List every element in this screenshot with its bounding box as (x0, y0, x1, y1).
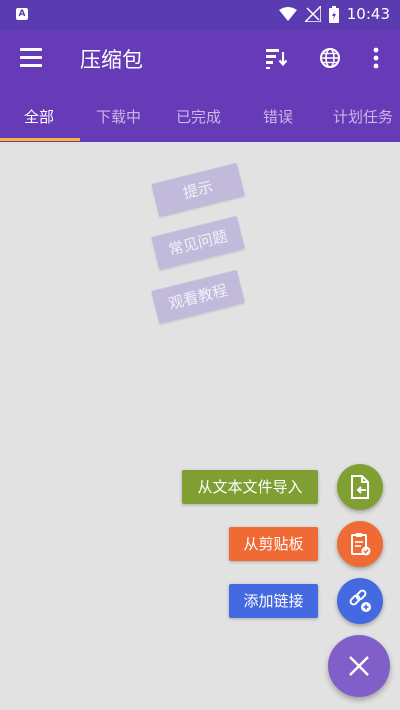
status-icons: 10:43 (278, 5, 390, 23)
close-fab-button[interactable] (328, 635, 390, 697)
wifi-icon (278, 7, 297, 21)
hint-card-tips[interactable]: 提示 (151, 162, 245, 218)
tab-indicator (0, 138, 80, 141)
tab-completed[interactable]: 已完成 (176, 106, 221, 127)
file-import-icon (351, 475, 369, 499)
add-link-label[interactable]: 添加链接 (229, 584, 318, 618)
add-link-icon (349, 589, 371, 612)
menu-icon[interactable] (20, 48, 42, 70)
import-from-text-file-button[interactable] (337, 464, 383, 510)
import-from-text-file-label[interactable]: 从文本文件导入 (182, 470, 318, 504)
signal-icon (304, 6, 321, 22)
sort-icon[interactable] (264, 46, 288, 70)
notification-icon: A (16, 8, 28, 20)
status-time: 10:43 (346, 5, 390, 23)
tab-all[interactable]: 全部 (24, 106, 54, 127)
globe-icon[interactable] (318, 46, 342, 70)
hint-card-faq[interactable]: 常见问题 (151, 215, 245, 271)
add-link-button[interactable] (337, 578, 383, 624)
hint-card-tutorial[interactable]: 观看教程 (151, 269, 245, 325)
tab-errors[interactable]: 错误 (263, 106, 293, 127)
battery-icon (328, 5, 339, 23)
from-clipboard-label[interactable]: 从剪贴板 (229, 527, 318, 561)
more-vert-icon[interactable] (366, 46, 386, 70)
status-bar: A 10:43 (0, 0, 400, 30)
tab-bar: 全部 下载中 已完成 错误 计划任务 (0, 88, 400, 142)
close-icon (349, 656, 369, 676)
app-bar: 压缩包 (0, 30, 400, 88)
clipboard-icon (351, 533, 371, 556)
from-clipboard-button[interactable] (337, 521, 383, 567)
page-title: 压缩包 (80, 48, 143, 72)
tab-scheduled[interactable]: 计划任务 (333, 106, 393, 127)
tab-downloading[interactable]: 下载中 (96, 106, 141, 127)
